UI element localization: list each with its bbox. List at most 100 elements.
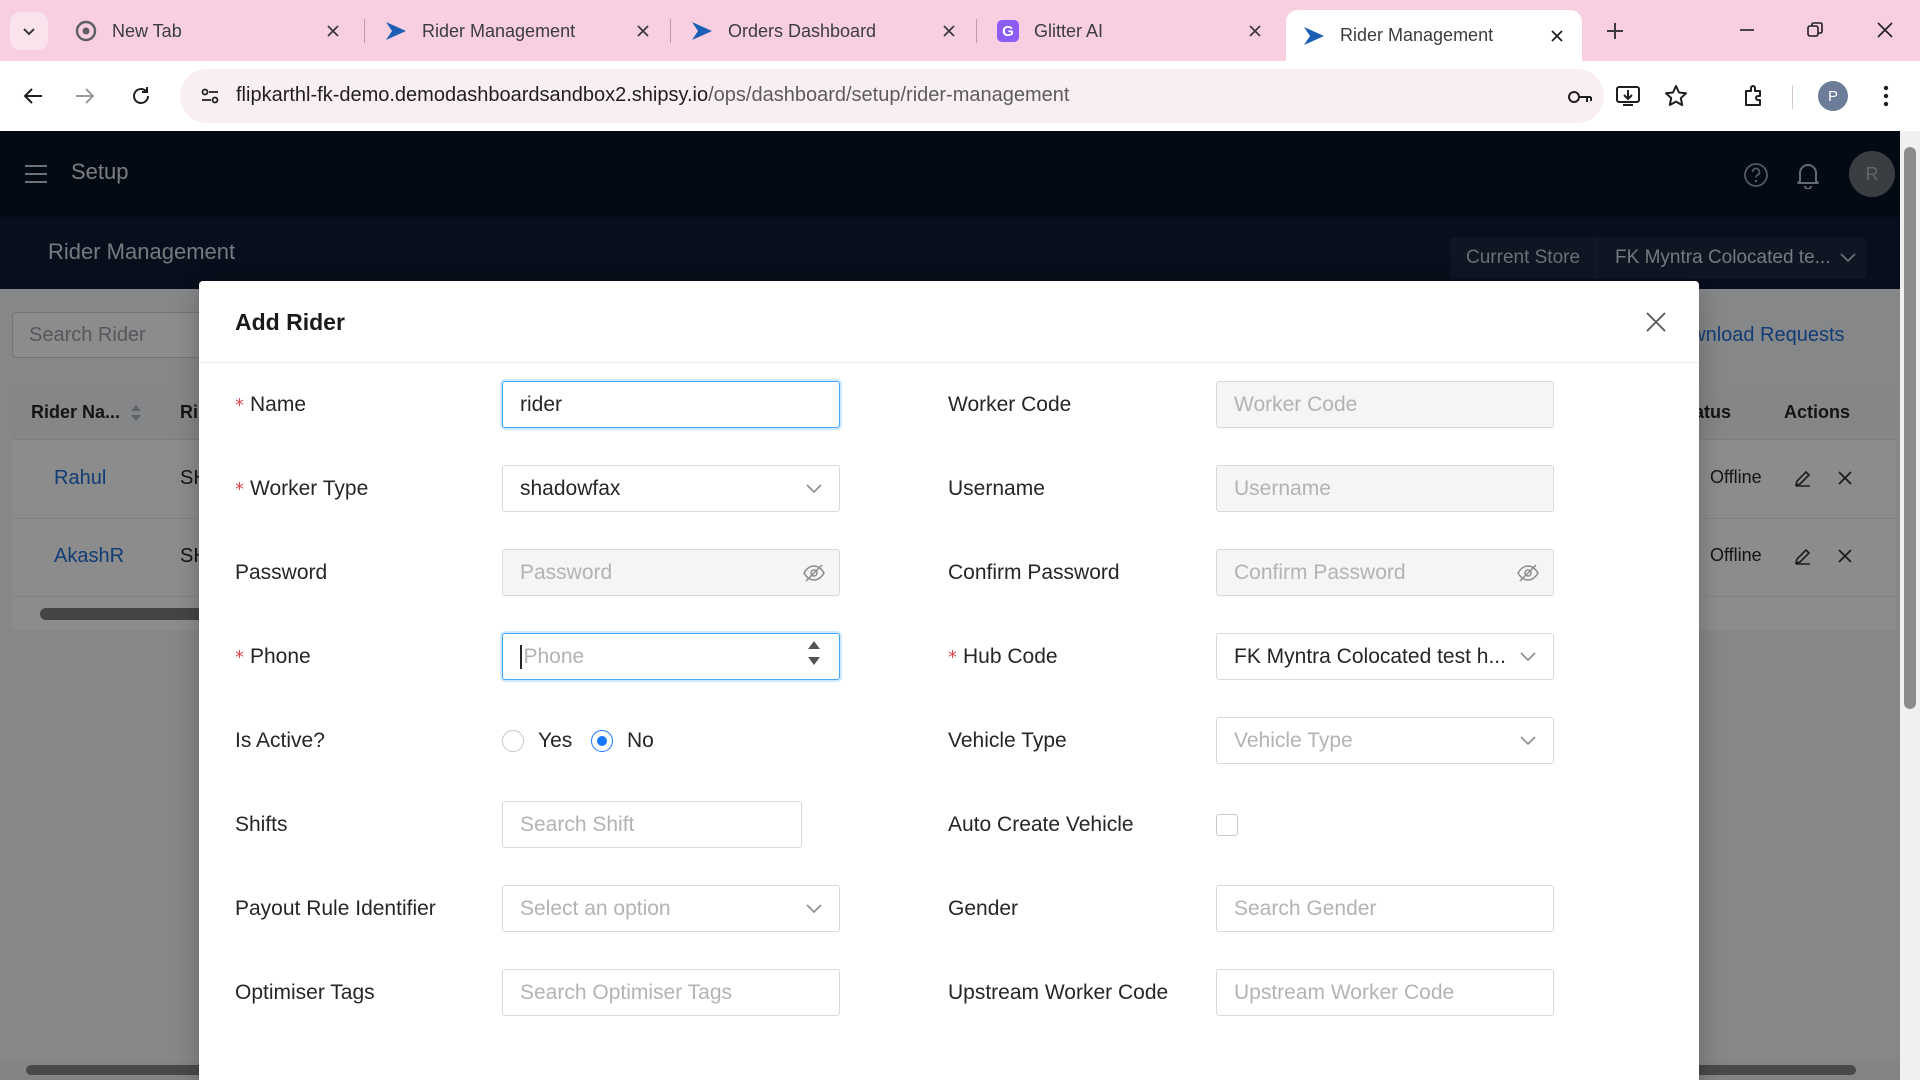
tab-title: Glitter AI: [1034, 20, 1104, 41]
text-cursor: [520, 644, 522, 669]
browser-toolbar: flipkarthl-fk-demo.demodashboardsandbox2…: [0, 61, 1920, 131]
close-window-button[interactable]: [1862, 10, 1908, 50]
browser-tab-strip: New Tab Rider Management Orders Dashboar…: [0, 0, 1920, 61]
back-button[interactable]: [14, 77, 52, 115]
close-icon[interactable]: [322, 20, 344, 42]
minimize-button[interactable]: [1724, 10, 1770, 50]
name-input[interactable]: rider: [502, 381, 840, 428]
forward-button[interactable]: [66, 77, 104, 115]
svg-text:G: G: [1002, 23, 1014, 40]
reload-button[interactable]: [122, 77, 160, 115]
shipsy-icon: [1302, 24, 1326, 48]
shipsy-icon: [690, 19, 714, 43]
modal-header: Add Rider: [199, 281, 1699, 363]
payout-rule-label: Payout Rule Identifier: [235, 897, 436, 920]
shifts-label: Shifts: [235, 813, 288, 836]
eye-slash-icon[interactable]: [803, 562, 825, 584]
close-icon[interactable]: [632, 20, 654, 42]
radio-label: Yes: [538, 729, 573, 752]
url-host: flipkarthl-fk-demo.demodashboardsandbox2…: [236, 84, 709, 106]
vehicle-type-label: Vehicle Type: [948, 729, 1067, 752]
tab-new-tab[interactable]: New Tab: [58, 10, 358, 52]
tab-title: New Tab: [112, 20, 182, 41]
optimiser-tags-label: Optimiser Tags: [235, 981, 375, 1004]
page-vertical-scrollbar[interactable]: [1900, 131, 1920, 1080]
password-label: Password: [235, 561, 328, 584]
modal-title: Add Rider: [235, 309, 345, 335]
install-app-icon[interactable]: [1610, 78, 1646, 114]
app-viewport: Setup R Rider Management Current Store F…: [0, 131, 1920, 1080]
profile-avatar[interactable]: P: [1818, 81, 1848, 111]
more-menu-icon[interactable]: [1868, 78, 1904, 114]
bookmark-star-icon[interactable]: [1658, 78, 1694, 114]
key-icon[interactable]: [1564, 81, 1596, 113]
shifts-search-input[interactable]: Search Shift: [502, 801, 802, 848]
worker-type-select[interactable]: shadowfax: [502, 465, 840, 512]
shipsy-icon: [384, 19, 408, 43]
close-icon[interactable]: [1546, 25, 1568, 47]
confirm-password-input[interactable]: Confirm Password: [1216, 549, 1554, 596]
extensions-icon[interactable]: [1736, 78, 1772, 114]
add-rider-modal: Add Rider * Name rider Worker Code Worker…: [199, 281, 1699, 1080]
phone-label: * Phone: [235, 645, 311, 668]
gender-search-input[interactable]: Search Gender: [1216, 885, 1554, 932]
radio-circle[interactable]: [502, 730, 524, 752]
vehicle-type-select[interactable]: Vehicle Type: [1216, 717, 1554, 764]
phone-input[interactable]: Phone: [502, 633, 840, 680]
url-text: flipkarthl-fk-demo.demodashboardsandbox2…: [236, 84, 1069, 107]
site-info-icon[interactable]: [192, 78, 228, 114]
upstream-worker-code-input[interactable]: Upstream Worker Code: [1216, 969, 1554, 1016]
chevron-down-icon: [1517, 646, 1539, 668]
radio-label: No: [627, 729, 654, 752]
username-label: Username: [948, 477, 1045, 500]
glitter-icon: G: [996, 19, 1020, 43]
worker-type-label: * Worker Type: [235, 477, 369, 500]
optimiser-tags-input[interactable]: Search Optimiser Tags: [502, 969, 840, 1016]
reload-icon: [133, 87, 149, 104]
address-bar[interactable]: flipkarthl-fk-demo.demodashboardsandbox2…: [180, 69, 1604, 123]
arrow-right-icon: [76, 88, 95, 104]
close-icon[interactable]: [1244, 20, 1266, 42]
upstream-worker-code-label: Upstream Worker Code: [948, 981, 1169, 1004]
plus-icon: [1607, 23, 1623, 39]
payout-rule-select[interactable]: Select an option: [502, 885, 840, 932]
tab-title: Orders Dashboard: [728, 20, 877, 41]
confirm-password-label: Confirm Password: [948, 561, 1120, 584]
tab-title: Rider Management: [422, 20, 576, 41]
is-active-label: Is Active?: [235, 729, 325, 752]
tab-rider-management[interactable]: Rider Management: [368, 10, 668, 52]
chevron-down-icon: [803, 898, 825, 920]
password-input[interactable]: Password: [502, 549, 840, 596]
tab-title: Rider Management: [1340, 25, 1494, 45]
gender-label: Gender: [948, 897, 1019, 920]
radio-circle-selected[interactable]: [591, 730, 613, 752]
modal-close-button[interactable]: [1641, 307, 1671, 337]
auto-create-vehicle-label: Auto Create Vehicle: [948, 813, 1134, 836]
auto-create-vehicle-checkbox[interactable]: [1216, 814, 1238, 836]
tab-rider-management-active[interactable]: Rider Management: [1286, 10, 1582, 61]
number-stepper-icon[interactable]: [803, 641, 825, 665]
scrollbar-thumb[interactable]: [1904, 147, 1916, 709]
name-label: * Name: [235, 393, 307, 416]
is-active-yes-radio[interactable]: Yes: [502, 729, 572, 753]
restore-button[interactable]: [1792, 10, 1838, 50]
chrome-icon: [74, 19, 98, 43]
worker-code-input[interactable]: Worker Code: [1216, 381, 1554, 428]
close-icon: [1646, 312, 1666, 332]
worker-code-label: Worker Code: [948, 393, 1072, 416]
chevron-down-icon: [803, 478, 825, 500]
hub-code-label: * Hub Code: [948, 645, 1058, 668]
chevron-down-icon: [1517, 730, 1539, 752]
is-active-no-radio[interactable]: No: [591, 729, 654, 753]
tab-orders-dashboard[interactable]: Orders Dashboard: [674, 10, 974, 52]
close-icon[interactable]: [938, 20, 960, 42]
new-tab-button[interactable]: [1598, 14, 1632, 48]
tab-search-button[interactable]: [10, 12, 48, 50]
eye-slash-icon[interactable]: [1517, 562, 1539, 584]
minimize-icon: [1740, 29, 1754, 31]
hub-code-select[interactable]: FK Myntra Colocated test h...: [1216, 633, 1554, 680]
username-input[interactable]: Username: [1216, 465, 1554, 512]
tab-glitter-ai[interactable]: G Glitter AI: [980, 10, 1280, 52]
chevron-down-icon: [23, 28, 35, 36]
arrow-left-icon: [23, 88, 42, 104]
